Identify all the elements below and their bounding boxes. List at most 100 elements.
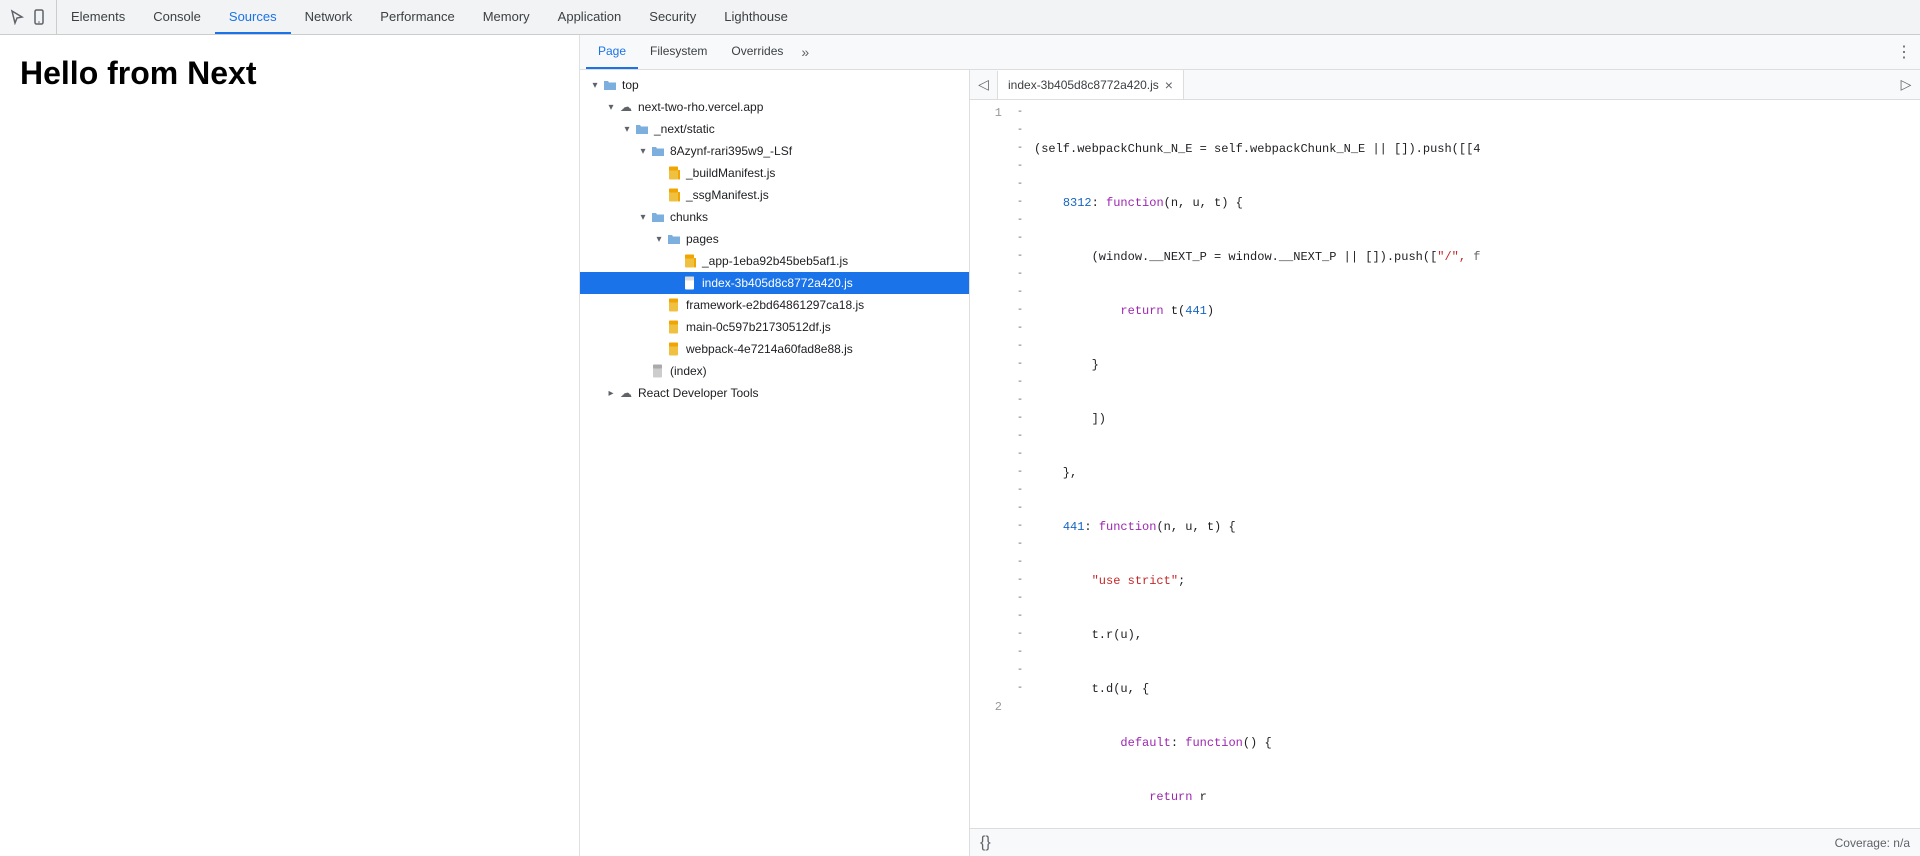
code-line: "use strict"; bbox=[1034, 572, 1920, 590]
file-js-icon bbox=[666, 319, 682, 335]
code-line: return r bbox=[1034, 788, 1920, 806]
folder-icon bbox=[650, 209, 666, 225]
sources-content: top ☁ next-two-rho.vercel.app _ bbox=[580, 70, 1920, 856]
tab-console[interactable]: Console bbox=[139, 0, 215, 34]
tree-arrow bbox=[588, 78, 602, 92]
tree-arrow bbox=[604, 386, 618, 400]
tree-label: framework-e2bd64861297ca18.js bbox=[686, 298, 864, 312]
tree-item-vercel[interactable]: ☁ next-two-rho.vercel.app bbox=[580, 96, 969, 118]
tree-label: next-two-rho.vercel.app bbox=[638, 100, 763, 114]
bottom-bar: {} Coverage: n/a bbox=[970, 828, 1920, 856]
devtools-panel: Page Filesystem Overrides » ⋮ bbox=[580, 35, 1920, 856]
coverage-text: Coverage: n/a bbox=[1835, 836, 1910, 850]
tab-performance[interactable]: Performance bbox=[366, 0, 468, 34]
tab-elements[interactable]: Elements bbox=[57, 0, 139, 34]
code-line: (window.__NEXT_P = window.__NEXT_P || []… bbox=[1034, 248, 1920, 266]
code-line: return t(441) bbox=[1034, 302, 1920, 320]
tree-item-framework-js[interactable]: framework-e2bd64861297ca18.js bbox=[580, 294, 969, 316]
file-gray-icon bbox=[650, 363, 666, 379]
tree-item-ssg-manifest[interactable]: _ssgManifest.js bbox=[580, 184, 969, 206]
tree-label: _buildManifest.js bbox=[686, 166, 775, 180]
tree-item-chunk-folder[interactable]: 8Azynf-rari395w9_-LSf bbox=[580, 140, 969, 162]
mobile-icon[interactable] bbox=[30, 8, 48, 26]
tab-memory[interactable]: Memory bbox=[469, 0, 544, 34]
tab-menu-icon[interactable]: ⋮ bbox=[1894, 42, 1914, 62]
cursor-icon[interactable] bbox=[8, 8, 26, 26]
tree-arrow bbox=[636, 144, 650, 158]
tree-label: _ssgManifest.js bbox=[686, 188, 769, 202]
tree-arrow bbox=[652, 232, 666, 246]
file-js-icon bbox=[682, 253, 698, 269]
tree-label: index-3b405d8c8772a420.js bbox=[702, 276, 853, 290]
active-file-name: index-3b405d8c8772a420.js bbox=[1008, 78, 1159, 92]
main-area: Hello from Next Page Filesystem Override… bbox=[0, 35, 1920, 856]
tab-sources[interactable]: Sources bbox=[215, 0, 291, 34]
tree-label: main-0c597b21730512df.js bbox=[686, 320, 831, 334]
tree-item-pages[interactable]: pages bbox=[580, 228, 969, 250]
code-line: default: function() { bbox=[1034, 734, 1920, 752]
folder-icon bbox=[602, 77, 618, 93]
expand-panel-icon[interactable]: ◁ bbox=[970, 71, 998, 99]
line-gutter: - - - - - - - - - - - - - - - bbox=[1010, 100, 1030, 828]
tree-item-react-devtools[interactable]: ☁ React Developer Tools bbox=[580, 382, 969, 404]
code-lines: (self.webpackChunk_N_E = self.webpackChu… bbox=[1030, 100, 1920, 828]
tree-arrow bbox=[604, 100, 618, 114]
tree-label: _next/static bbox=[654, 122, 715, 136]
tree-arrow bbox=[636, 210, 650, 224]
format-icon[interactable]: {} bbox=[980, 834, 991, 852]
page-content: Hello from Next bbox=[0, 35, 580, 856]
folder-icon bbox=[634, 121, 650, 137]
tree-item-index[interactable]: (index) bbox=[580, 360, 969, 382]
tab-lighthouse[interactable]: Lighthouse bbox=[710, 0, 802, 34]
file-tree-panel: top ☁ next-two-rho.vercel.app _ bbox=[580, 70, 970, 856]
tree-label: webpack-4e7214a60fad8e88.js bbox=[686, 342, 853, 356]
code-line: t.d(u, { bbox=[1034, 680, 1920, 698]
code-line: } bbox=[1034, 356, 1920, 374]
tree-label: _app-1eba92b45beb5af1.js bbox=[702, 254, 848, 268]
code-line: t.r(u), bbox=[1034, 626, 1920, 644]
page-title: Hello from Next bbox=[20, 55, 559, 92]
tree-item-webpack-js[interactable]: webpack-4e7214a60fad8e88.js bbox=[580, 338, 969, 360]
folder-icon bbox=[650, 143, 666, 159]
line-number-1: 1 bbox=[970, 104, 1002, 122]
file-js-icon bbox=[666, 341, 682, 357]
tree-item-main-js[interactable]: main-0c597b21730512df.js bbox=[580, 316, 969, 338]
tab-page[interactable]: Page bbox=[586, 35, 638, 69]
tree-item-app-js[interactable]: _app-1eba92b45beb5af1.js bbox=[580, 250, 969, 272]
tab-filesystem[interactable]: Filesystem bbox=[638, 35, 719, 69]
code-line: ]) bbox=[1034, 410, 1920, 428]
tree-item-chunks[interactable]: chunks bbox=[580, 206, 969, 228]
devtools-toolbar-icons bbox=[0, 0, 57, 34]
code-content[interactable]: 1 bbox=[970, 100, 1920, 828]
active-file-tab[interactable]: index-3b405d8c8772a420.js × bbox=[998, 70, 1184, 99]
tree-arrow bbox=[620, 122, 634, 136]
cloud-icon: ☁ bbox=[618, 385, 634, 401]
tree-label: pages bbox=[686, 232, 719, 246]
devtools-tab-bar: Elements Console Sources Network Perform… bbox=[0, 0, 1920, 35]
file-js-icon bbox=[666, 187, 682, 203]
tree-label: React Developer Tools bbox=[638, 386, 759, 400]
tree-label: chunks bbox=[670, 210, 708, 224]
tab-application[interactable]: Application bbox=[544, 0, 636, 34]
tab-security[interactable]: Security bbox=[635, 0, 710, 34]
tree-item-next-static[interactable]: _next/static bbox=[580, 118, 969, 140]
folder-icon bbox=[666, 231, 682, 247]
file-js-icon bbox=[666, 165, 682, 181]
more-tabs-icon[interactable]: » bbox=[795, 44, 815, 60]
tab-network[interactable]: Network bbox=[291, 0, 367, 34]
cloud-icon: ☁ bbox=[618, 99, 634, 115]
tab-overrides[interactable]: Overrides bbox=[719, 35, 795, 69]
file-js-icon bbox=[666, 297, 682, 313]
tree-label: (index) bbox=[670, 364, 707, 378]
close-tab-icon[interactable]: × bbox=[1165, 77, 1173, 93]
code-line: }, bbox=[1034, 464, 1920, 482]
tree-item-top[interactable]: top bbox=[580, 74, 969, 96]
code-line: 441: function(n, u, t) { bbox=[1034, 518, 1920, 536]
panel-settings-icon[interactable]: ▷ bbox=[1892, 71, 1920, 99]
line-numbers: 1 bbox=[970, 100, 1010, 828]
tree-item-build-manifest[interactable]: _buildManifest.js bbox=[580, 162, 969, 184]
line-number-2: 2 bbox=[970, 698, 1002, 716]
tree-item-index-js[interactable]: index-3b405d8c8772a420.js bbox=[580, 272, 969, 294]
file-js-icon bbox=[682, 275, 698, 291]
code-line: 8312: function(n, u, t) { bbox=[1034, 194, 1920, 212]
